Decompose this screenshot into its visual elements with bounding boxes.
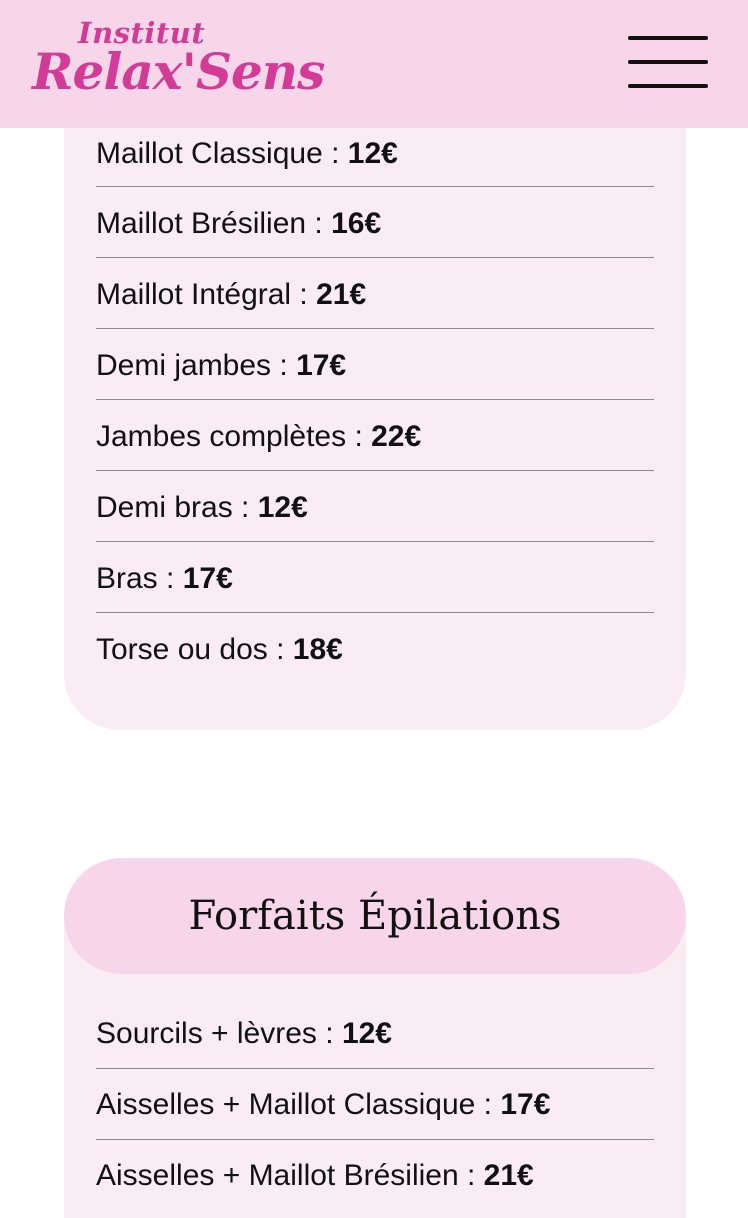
price-label: Demi bras : [96, 491, 250, 524]
price-label: Demi jambes : [96, 349, 288, 382]
price-value: 17€ [500, 1088, 551, 1121]
price-label: Maillot Brésilien : [96, 207, 323, 240]
forfaits-price-list: Sourcils + lèvres : 12€ Aisselles + Mail… [96, 998, 654, 1211]
price-value: 12€ [347, 137, 398, 170]
price-value: 12€ [341, 1017, 392, 1050]
price-value: 21€ [316, 278, 367, 311]
price-label: Torse ou dos : [96, 633, 285, 666]
price-label: Sourcils + lèvres : [96, 1017, 334, 1050]
price-value: 16€ [331, 207, 382, 240]
section-title: Forfaits Épilations [64, 858, 686, 974]
price-row-jambes-completes: Jambes complètes : 22€ [96, 400, 654, 471]
logo-text-main: Relax'Sens [32, 42, 325, 101]
price-row-sourcils-levres: Sourcils + lèvres : 12€ [96, 998, 654, 1069]
hamburger-menu-icon[interactable] [628, 36, 708, 94]
price-row-demi-jambes: Demi jambes : 17€ [96, 329, 654, 400]
price-row-maillot-bresilien: Maillot Brésilien : 16€ [96, 187, 654, 258]
price-value: 12€ [257, 491, 308, 524]
price-row-bras: Bras : 17€ [96, 542, 654, 613]
price-row-aisselles-maillot-bresilien: Aisselles + Maillot Brésilien : 21€ [96, 1140, 654, 1211]
price-row-aisselles-maillot-classique: Aisselles + Maillot Classique : 17€ [96, 1069, 654, 1140]
price-value: 22€ [371, 420, 422, 453]
price-value: 18€ [292, 633, 343, 666]
price-row-demi-bras: Demi bras : 12€ [96, 471, 654, 542]
site-header: Institut Relax'Sens [0, 0, 748, 128]
price-row-maillot-integral: Maillot Intégral : 21€ [96, 258, 654, 329]
epilations-price-list: Maillot Classique : 12€ Maillot Brésilie… [96, 120, 654, 684]
forfaits-price-card: Forfaits Épilations Sourcils + lèvres : … [64, 858, 686, 1218]
price-value: 17€ [182, 562, 233, 595]
menu-bar [628, 60, 708, 64]
epilations-price-card: Maillot Classique : 12€ Maillot Brésilie… [64, 60, 686, 730]
price-row-torse-ou-dos: Torse ou dos : 18€ [96, 613, 654, 684]
price-label: Jambes complètes : [96, 420, 363, 453]
price-label: Maillot Intégral : [96, 278, 308, 311]
price-value: 21€ [483, 1159, 534, 1192]
price-label: Bras : [96, 562, 175, 595]
price-row-maillot-classique: Maillot Classique : 12€ [96, 120, 654, 187]
menu-bar [628, 84, 708, 88]
price-value: 17€ [296, 349, 347, 382]
logo[interactable]: Institut Relax'Sens [32, 14, 325, 118]
price-label: Aisselles + Maillot Classique : [96, 1088, 492, 1121]
price-label: Maillot Classique : [96, 137, 340, 170]
menu-bar [628, 36, 708, 40]
price-label: Aisselles + Maillot Brésilien : [96, 1159, 476, 1192]
